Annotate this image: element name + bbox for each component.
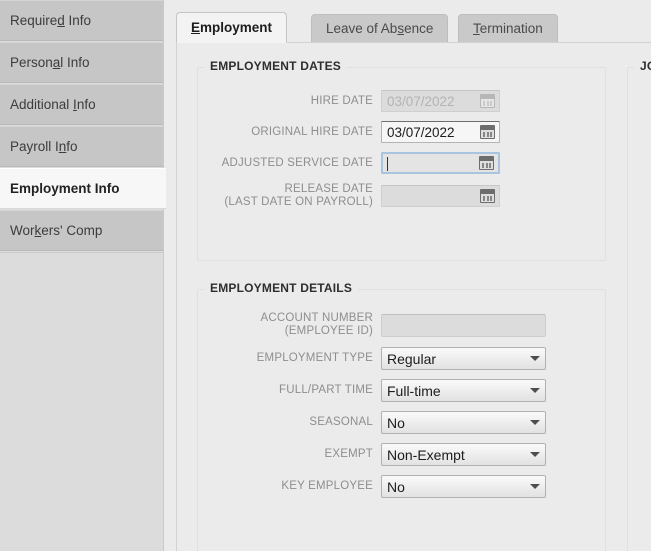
seasonal-select[interactable]: No [381, 411, 546, 434]
key-employee-label: KEY EMPLOYEE [281, 480, 373, 492]
account-number-label-line1: ACCOUNT NUMBER [260, 312, 373, 324]
hire-date-label: HIRE DATE [310, 94, 373, 107]
chevron-down-icon[interactable] [525, 452, 545, 457]
employment-type-row: EMPLOYMENT TYPE Regular [206, 347, 546, 370]
hire-date-row: HIRE DATE 03/07/2022 [206, 90, 500, 112]
sidebar-item-label: Workers' Comp [10, 223, 103, 238]
adjusted-service-date-input[interactable] [381, 152, 500, 174]
accelerator-letter: d [57, 13, 65, 28]
employment-tab-pane: EMPLOYMENT DATES HIRE DATE 03/07/2022 OR… [176, 42, 651, 551]
sidebar-item-label: Payroll Info [10, 139, 78, 154]
employment-type-select[interactable]: Regular [381, 347, 546, 370]
category-sidebar: Required Info Personal Info Additional I… [0, 0, 166, 551]
adjusted-service-date-label: ADJUSTED SERVICE DATE [221, 156, 373, 169]
release-date-label-line2: (LAST DATE ON PAYROLL) [224, 196, 373, 208]
tab-leave-of-absence[interactable]: Leave of Absence [311, 14, 449, 42]
sidebar-item-additional-info[interactable]: Additional Info [0, 84, 163, 125]
employee-record-window: Required Info Personal Info Additional I… [0, 0, 651, 551]
full-part-time-select[interactable]: Full-time [381, 379, 546, 402]
exempt-select[interactable]: Non-Exempt [381, 443, 546, 466]
exempt-value: Non-Exempt [387, 446, 465, 463]
full-part-time-row: FULL/PART TIME Full-time [206, 379, 546, 402]
employment-details-title: EMPLOYMENT DETAILS [204, 281, 359, 295]
original-hire-date-row: ORIGINAL HIRE DATE 03/07/2022 [206, 121, 500, 143]
hire-date-value: 03/07/2022 [387, 93, 455, 109]
account-number-label-line2: (EMPLOYEE ID) [284, 325, 373, 337]
employment-type-value: Regular [387, 350, 437, 367]
chevron-down-icon[interactable] [525, 388, 545, 393]
account-number-input [381, 313, 546, 337]
seasonal-value: No [387, 414, 405, 431]
calendar-icon[interactable] [480, 125, 495, 139]
full-part-time-label: FULL/PART TIME [279, 384, 373, 396]
release-date-label: RELEASE DATE (LAST DATE ON PAYROLL) [206, 183, 381, 209]
account-number-row: ACCOUNT NUMBER (EMPLOYEE ID) [206, 312, 546, 338]
adjusted-service-date-value [383, 155, 479, 171]
tab-label: Termination [473, 21, 543, 36]
chevron-down-icon[interactable] [525, 356, 545, 361]
original-hire-date-label: ORIGINAL HIRE DATE [251, 125, 373, 138]
chevron-down-icon[interactable] [525, 420, 545, 425]
calendar-icon [480, 189, 495, 203]
exempt-label: EXEMPT [324, 448, 373, 460]
seasonal-row: SEASONAL No [206, 411, 546, 434]
accelerator-letter: k [34, 223, 42, 238]
tab-label: Employment [191, 20, 273, 35]
accelerator-letter: T [473, 21, 480, 36]
key-employee-value: No [387, 478, 405, 495]
accelerator-letter: n [58, 139, 67, 154]
employment-dates-group: EMPLOYMENT DATES HIRE DATE 03/07/2022 OR… [197, 59, 606, 261]
main-content-area: Employment Leave of Absence Termination … [164, 0, 651, 551]
release-date-row: RELEASE DATE (LAST DATE ON PAYROLL) [206, 183, 500, 209]
sidebar-item-workers-comp[interactable]: Workers' Comp [0, 210, 163, 251]
sidebar-item-label: Additional Info [10, 97, 96, 112]
accelerator-letter: I [73, 97, 77, 112]
tab-employment[interactable]: Employment [176, 12, 288, 43]
employment-type-label: EMPLOYMENT TYPE [256, 352, 373, 364]
hire-date-input: 03/07/2022 [381, 90, 500, 112]
employment-details-group: EMPLOYMENT DETAILS ACCOUNT NUMBER (EMPLO… [197, 281, 606, 551]
calendar-icon [480, 94, 495, 108]
tab-termination[interactable]: Termination [458, 14, 558, 42]
chevron-down-icon[interactable] [525, 484, 545, 489]
account-number-label: ACCOUNT NUMBER (EMPLOYEE ID) [206, 312, 381, 338]
seasonal-label: SEASONAL [309, 416, 373, 428]
sidebar-item-label: Personal Info [10, 55, 90, 70]
original-hire-date-input[interactable]: 03/07/2022 [381, 121, 500, 143]
accelerator-letter: E [191, 20, 201, 35]
accelerator-letter: s [397, 21, 405, 36]
full-part-time-value: Full-time [387, 382, 441, 399]
key-employee-row: KEY EMPLOYEE No [206, 475, 546, 498]
job-title: JOB [634, 59, 651, 73]
sidebar-item-required-info[interactable]: Required Info [0, 0, 163, 41]
sidebar-item-employment-info[interactable]: Employment Info [0, 168, 166, 209]
release-date-input [381, 185, 500, 207]
employment-dates-title: EMPLOYMENT DATES [204, 59, 347, 73]
sidebar-item-label: Required Info [10, 13, 92, 28]
adjusted-service-date-row: ADJUSTED SERVICE DATE [206, 152, 500, 174]
sidebar-item-label: Employment Info [10, 181, 120, 196]
calendar-icon[interactable] [479, 156, 494, 170]
text-caret [387, 156, 388, 171]
exempt-row: EXEMPT Non-Exempt [206, 443, 546, 466]
accelerator-letter: a [52, 55, 61, 70]
sidebar-item-payroll-info[interactable]: Payroll Info [0, 126, 163, 167]
sidebar-empty-area [0, 252, 163, 551]
release-date-label-line1: RELEASE DATE [284, 183, 373, 195]
job-group: JOB [627, 59, 651, 551]
tab-strip: Employment Leave of Absence Termination [176, 12, 651, 43]
key-employee-select[interactable]: No [381, 475, 546, 498]
sidebar-item-personal-info[interactable]: Personal Info [0, 42, 163, 83]
original-hire-date-value: 03/07/2022 [387, 124, 455, 140]
tab-label: Leave of Absence [326, 21, 434, 36]
